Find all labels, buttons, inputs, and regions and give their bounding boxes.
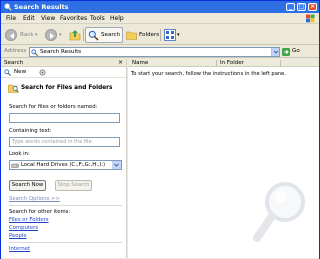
search-pane-toolbar: New bbox=[1, 67, 126, 78]
back-arrow-icon[interactable] bbox=[5, 29, 17, 41]
new-search-icon bbox=[4, 69, 11, 76]
folders-icon[interactable] bbox=[126, 30, 137, 40]
search-button-label: Search bbox=[101, 32, 121, 38]
menu-bar: File Edit View Favorites Tools Help bbox=[1, 13, 319, 24]
maximize-button[interactable]: □ bbox=[297, 3, 306, 11]
address-value: Search Results bbox=[40, 49, 82, 55]
column-header-name[interactable]: Name bbox=[132, 59, 148, 67]
pane-divider bbox=[9, 242, 122, 243]
close-button[interactable]: × bbox=[308, 3, 317, 11]
name-label: Search for files or folders named: bbox=[9, 104, 98, 110]
menu-favorites[interactable]: Favorites bbox=[60, 15, 87, 22]
people-link[interactable]: People bbox=[9, 233, 27, 240]
look-in-dropdown-button[interactable] bbox=[112, 161, 121, 169]
hard-drive-icon bbox=[11, 163, 19, 168]
forward-dropdown-icon[interactable]: ▾ bbox=[59, 28, 62, 42]
go-label: Go bbox=[292, 48, 300, 54]
new-search-label: New bbox=[14, 69, 27, 75]
name-input[interactable] bbox=[9, 113, 120, 123]
search-button[interactable]: Search bbox=[85, 27, 123, 43]
chevron-down-icon bbox=[273, 50, 279, 54]
magnifier-watermark-icon bbox=[253, 182, 305, 242]
menu-help[interactable]: Help bbox=[110, 15, 124, 22]
search-icon bbox=[88, 30, 99, 41]
forward-arrow-icon[interactable] bbox=[45, 29, 57, 41]
look-in-value: Local Hard Drives (C:,F:,G:,H:,I:) bbox=[21, 162, 106, 168]
folders-button-label[interactable]: Folders bbox=[139, 28, 159, 42]
title-bar[interactable]: Search Results _ □ × bbox=[1, 1, 319, 13]
back-button-label[interactable]: Back bbox=[20, 28, 34, 42]
address-bar: Address Search Results Go bbox=[1, 46, 319, 58]
windows-logo-icon bbox=[306, 14, 315, 23]
menu-edit[interactable]: Edit bbox=[23, 15, 35, 22]
containing-text-placeholder: Type words contained in the file. bbox=[12, 139, 94, 145]
menu-tools[interactable]: Tools bbox=[90, 15, 105, 22]
address-dropdown-button[interactable] bbox=[271, 48, 279, 56]
other-items-label: Search for other items: bbox=[9, 209, 71, 215]
containing-text-label: Containing text: bbox=[9, 128, 52, 134]
files-or-folders-link[interactable]: Files or Folders bbox=[9, 217, 49, 224]
look-in-label: Look in: bbox=[9, 151, 30, 157]
search-heading: Search for Files and Folders bbox=[21, 85, 113, 91]
views-icon[interactable] bbox=[164, 29, 176, 41]
computers-link[interactable]: Computers bbox=[9, 225, 38, 232]
menu-file[interactable]: File bbox=[6, 15, 16, 22]
go-arrow-icon bbox=[282, 48, 290, 56]
search-pane: Search × New Search for Files and Folder… bbox=[1, 59, 127, 258]
look-in-select[interactable]: Local Hard Drives (C:,F:,G:,H:,I:) bbox=[9, 160, 122, 170]
explorer-window: Search Results _ □ × File Edit View Favo… bbox=[0, 0, 320, 259]
search-results-icon bbox=[31, 49, 38, 56]
pane-divider bbox=[9, 205, 122, 206]
address-input[interactable]: Search Results bbox=[29, 47, 280, 57]
search-files-icon bbox=[8, 84, 19, 93]
search-now-button[interactable]: Search Now bbox=[9, 180, 46, 191]
search-pane-header: Search × bbox=[1, 59, 126, 67]
column-header-in-folder[interactable]: In Folder bbox=[220, 59, 244, 67]
back-dropdown-icon[interactable]: ▾ bbox=[35, 28, 38, 42]
toolbar-separator bbox=[83, 29, 84, 41]
menu-view[interactable]: View bbox=[41, 15, 55, 22]
minimize-button[interactable]: _ bbox=[286, 3, 295, 11]
toolbar-separator bbox=[160, 29, 161, 41]
column-separator[interactable] bbox=[216, 60, 217, 66]
column-separator[interactable] bbox=[280, 60, 281, 66]
toolbar: Back ▾ ▾ Search Folders ▾ bbox=[1, 25, 319, 45]
address-label: Address bbox=[4, 48, 27, 54]
internet-link[interactable]: Internet bbox=[9, 246, 30, 253]
search-options-link[interactable]: Search Options >> bbox=[9, 196, 60, 203]
results-pane: Name In Folder To start your search, fol… bbox=[128, 59, 319, 258]
search-window-icon bbox=[4, 3, 12, 11]
close-pane-icon[interactable]: × bbox=[118, 59, 123, 67]
up-folder-icon[interactable] bbox=[69, 29, 81, 41]
results-hint-text: To start your search, follow the instruc… bbox=[131, 71, 287, 77]
search-options-icon[interactable] bbox=[39, 69, 46, 76]
views-dropdown-icon[interactable]: ▾ bbox=[177, 28, 180, 42]
stop-search-button[interactable]: Stop Search bbox=[55, 180, 92, 191]
window-title: Search Results bbox=[14, 3, 69, 11]
results-column-headers: Name In Folder bbox=[128, 59, 319, 67]
search-pane-title: Search bbox=[4, 60, 24, 66]
chevron-down-icon bbox=[114, 163, 119, 167]
containing-text-input[interactable]: Type words contained in the file. bbox=[9, 137, 120, 147]
